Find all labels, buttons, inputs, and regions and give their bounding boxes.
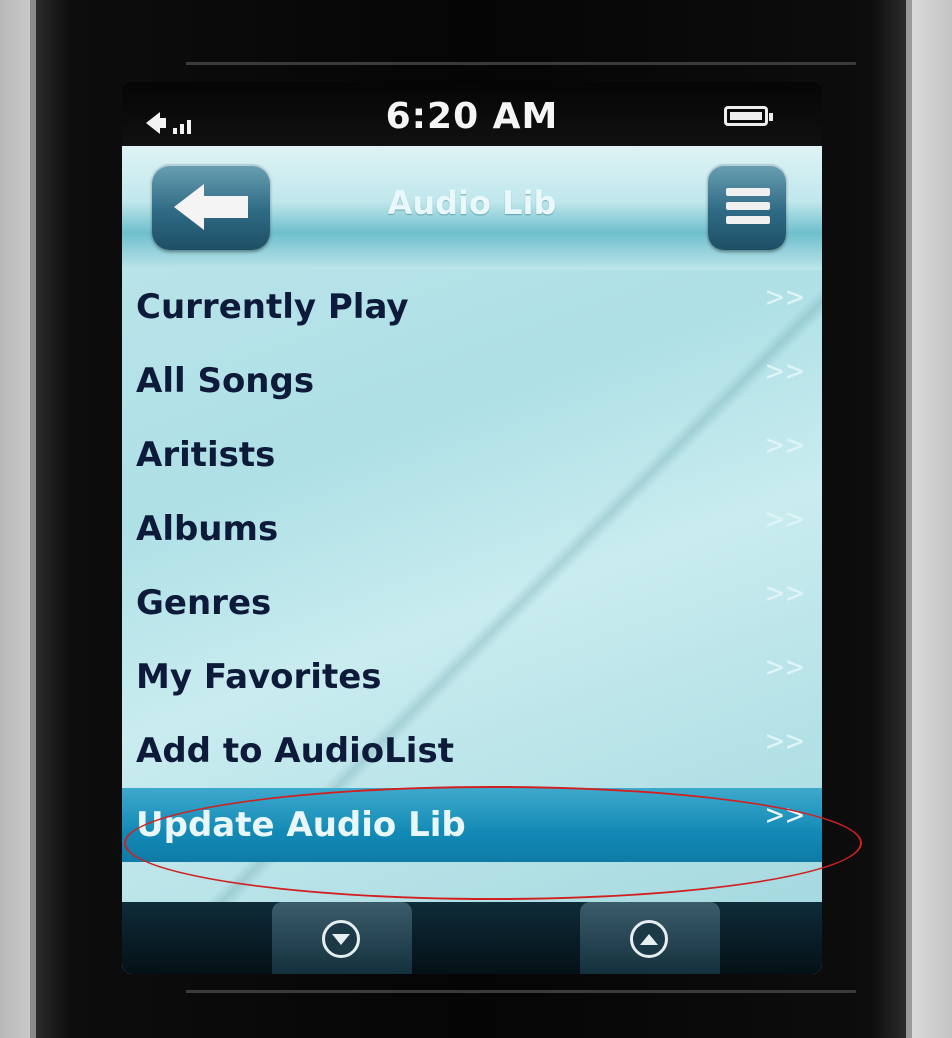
scroll-down-button[interactable] [272,902,412,974]
menu-item-label: Currently Play [136,287,409,327]
battery-icon [724,106,773,126]
chevron-right-icon: >> [765,428,806,463]
back-arrow-icon [174,184,248,230]
menu-item-albums[interactable]: Albums >> [122,492,822,566]
device-screen: 6:20 AM Audio Lib Currently Play >> All … [122,82,822,974]
status-bar: 6:20 AM [122,82,822,146]
menu-button[interactable] [708,164,786,250]
speaker-icon [146,112,166,134]
menu-item-label: Add to AudioList [136,731,454,771]
menu-item-genres[interactable]: Genres >> [122,566,822,640]
list-menu-icon [726,188,770,230]
menu-item-my-favorites[interactable]: My Favorites >> [122,640,822,714]
status-time: 6:20 AM [385,96,559,137]
menu-item-artists[interactable]: Aritists >> [122,418,822,492]
menu-item-all-songs[interactable]: All Songs >> [122,344,822,418]
chevron-right-icon: >> [765,576,806,611]
scroll-up-button[interactable] [580,902,720,974]
bezel-bottom-line [186,990,856,993]
chevron-up-icon [640,933,658,945]
menu-item-label: My Favorites [136,657,382,697]
bezel-top-line [186,62,856,65]
chevron-right-icon: >> [765,724,806,759]
audio-lib-menu: Currently Play >> All Songs >> Aritists … [122,270,822,862]
app-content: Audio Lib Currently Play >> All Songs >>… [122,146,822,974]
menu-item-update-audio-lib[interactable]: Update Audio Lib >> [122,788,822,862]
status-indicators [146,106,191,134]
menu-item-label: Update Audio Lib [136,805,466,845]
menu-item-currently-play[interactable]: Currently Play >> [122,270,822,344]
chevron-right-icon: >> [765,650,806,685]
chevron-right-icon: >> [765,354,806,389]
chevron-right-icon: >> [765,502,806,537]
chevron-right-icon: >> [765,280,806,315]
menu-item-label: Genres [136,583,272,623]
back-button[interactable] [152,164,270,250]
menu-item-add-to-audiolist[interactable]: Add to AudioList >> [122,714,822,788]
menu-item-label: Albums [136,509,279,549]
chevron-right-icon: >> [765,798,806,833]
menu-item-label: Aritists [136,435,276,475]
signal-bars-icon [173,120,191,134]
page-title: Audio Lib [387,184,557,222]
menu-item-label: All Songs [136,361,315,401]
chevron-down-icon [332,933,350,945]
scroll-nav-bar [122,902,822,974]
app-header: Audio Lib [122,146,822,270]
